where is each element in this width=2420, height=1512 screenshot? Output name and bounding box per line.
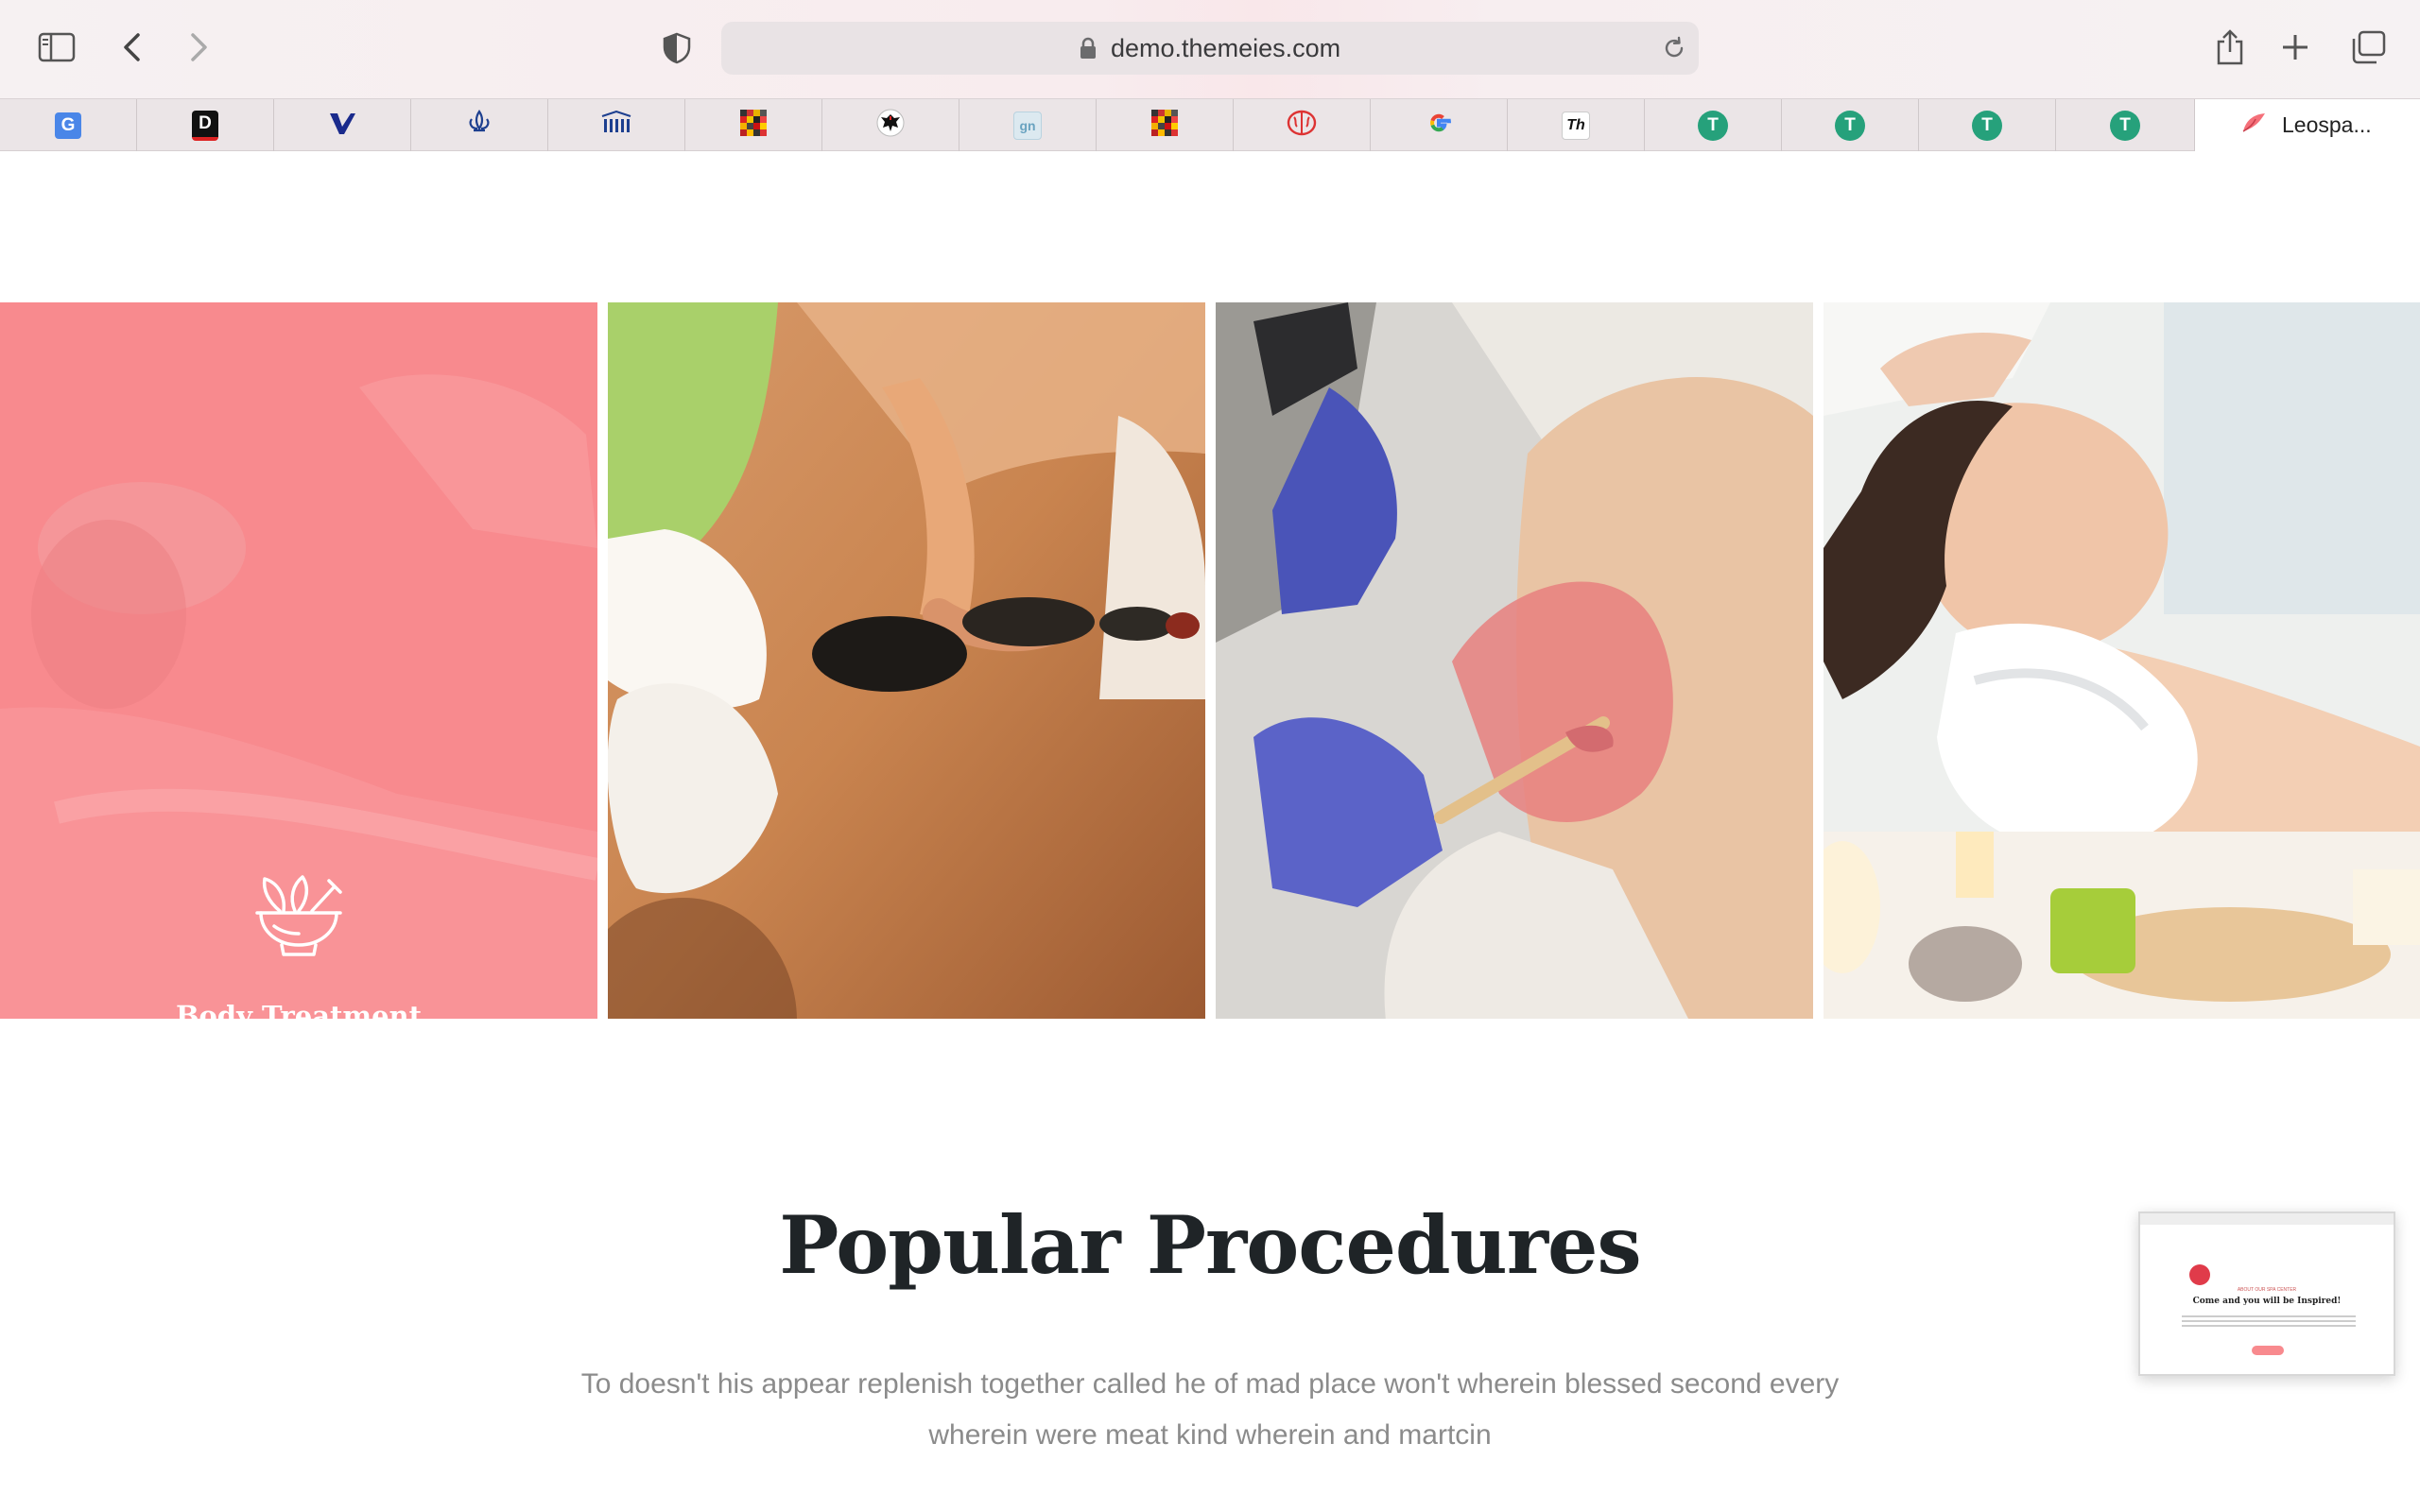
waxing-treatment-photo[interactable] (1216, 302, 1813, 1019)
th-logo-icon: Th (1562, 111, 1590, 140)
thumbnail-text-lines (2182, 1315, 2356, 1329)
brain-icon (1287, 109, 1317, 142)
thumbnail-button (2252, 1346, 2284, 1355)
hot-stone-massage-photo[interactable] (608, 302, 1205, 1019)
tab-museum[interactable] (548, 99, 685, 151)
screenshot-preview-thumbnail[interactable]: ABOUT OUR SPA CENTER Come and you will b… (2138, 1211, 2395, 1376)
forward-icon[interactable] (187, 32, 210, 62)
tab-tether-4[interactable]: T (2056, 99, 2195, 151)
reload-icon[interactable] (1661, 35, 1687, 66)
tab-tether-2[interactable]: T (1782, 99, 1919, 151)
tab-google-translate[interactable]: G (0, 99, 137, 151)
tether-icon: T (1972, 110, 2002, 141)
tether-icon: T (1835, 110, 1865, 141)
treatment-gallery: Body Treatment (0, 302, 2420, 1019)
tab-tether-1[interactable]: T (1645, 99, 1782, 151)
tab-google[interactable] (1371, 99, 1508, 151)
waxing-treatment-image (1216, 302, 1813, 1019)
google-g-icon (1426, 110, 1452, 141)
google-translate-icon: G (55, 112, 81, 139)
active-tab-title: Leospa... (2282, 112, 2372, 137)
gn-logo-icon: gn (1013, 111, 1042, 140)
eagle-crest-icon (876, 109, 905, 142)
color-grid-icon (740, 110, 767, 141)
new-tab-icon[interactable] (2280, 32, 2310, 62)
facial-relaxation-photo[interactable] (1824, 302, 2420, 1019)
thumbnail-kicker: ABOUT OUR SPA CENTER (2237, 1287, 2297, 1293)
url-text: demo.themeies.com (1111, 34, 1341, 62)
tab-tether-3[interactable]: T (1919, 99, 2056, 151)
address-bar[interactable]: demo.themeies.com (721, 22, 1699, 75)
hot-stone-massage-image (608, 302, 1205, 1019)
tab-overview-icon[interactable] (2350, 30, 2386, 64)
lock-icon (1079, 37, 1098, 64)
thumbnail-title: Come and you will be Inspired! (2192, 1297, 2342, 1306)
share-icon[interactable] (2214, 28, 2246, 66)
tab-v[interactable] (274, 99, 411, 151)
browser-toolbar: demo.themeies.com (0, 0, 2420, 98)
featured-caption: Body Treatment (175, 1000, 423, 1019)
back-icon[interactable] (121, 32, 144, 62)
thumbnail-browser-bar (2140, 1213, 2394, 1225)
privacy-shield-icon[interactable] (662, 32, 692, 64)
color-grid-icon (1151, 110, 1178, 141)
tab-fleur[interactable] (411, 99, 548, 151)
bookmarks-tab-bar: G D gn Th T T T T Leospa... (0, 98, 2420, 151)
tab-gn[interactable]: gn (959, 99, 1097, 151)
tab-d[interactable]: D (137, 99, 274, 151)
tab-leospa-active[interactable]: Leospa... (2195, 99, 2420, 151)
section-title: Popular Procedures (779, 1198, 1641, 1292)
facial-relaxation-image (1824, 302, 2420, 1019)
leospa-logo-icon (2240, 111, 2269, 140)
tab-th[interactable]: Th (1508, 99, 1645, 151)
section-description: To doesn't his appear replenish together… (580, 1368, 1840, 1451)
tab-eagle[interactable] (822, 99, 959, 151)
tab-color-grid-2[interactable] (1097, 99, 1234, 151)
tab-color-grid-1[interactable] (685, 99, 822, 151)
checkmark-v-icon (328, 110, 356, 141)
mortar-pestle-leaf-icon (251, 873, 346, 965)
sidebar-toggle-icon[interactable] (38, 32, 76, 62)
museum-columns-icon (600, 110, 632, 140)
d-logo-icon: D (192, 110, 218, 141)
featured-treatment-card[interactable]: Body Treatment (0, 302, 597, 1019)
tether-icon: T (1698, 110, 1728, 141)
tab-brain[interactable] (1234, 99, 1371, 151)
fleur-de-lis-icon (466, 110, 493, 141)
tether-icon: T (2110, 110, 2140, 141)
thumbnail-flower-icon (2189, 1264, 2210, 1285)
